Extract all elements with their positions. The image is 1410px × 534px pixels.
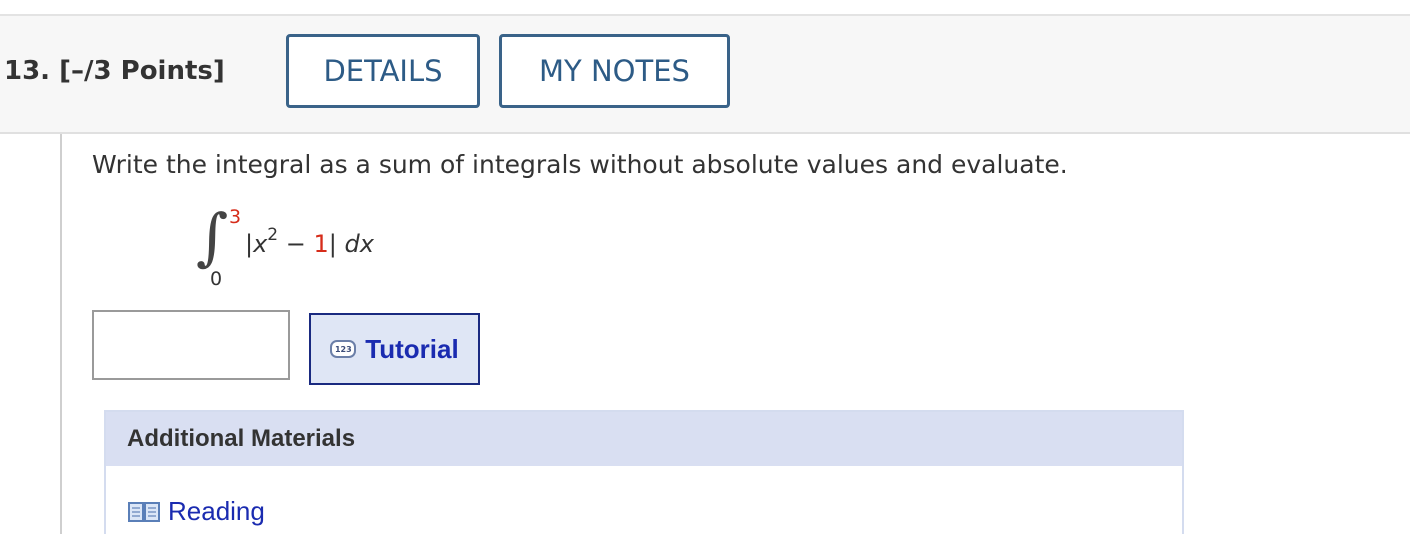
exponent: 2 bbox=[267, 225, 279, 245]
additional-materials-panel: Additional Materials Reading bbox=[104, 410, 1184, 534]
additional-materials-heading: Additional Materials bbox=[106, 412, 1182, 466]
question-prompt: Write the integral as a sum of integrals… bbox=[92, 150, 1068, 179]
abs-close: | bbox=[328, 230, 337, 258]
details-button[interactable]: DETAILS bbox=[286, 34, 480, 108]
integral-sign: ∫ bbox=[196, 200, 229, 273]
lower-limit: 0 bbox=[210, 268, 223, 290]
minus-sign: − bbox=[278, 230, 314, 258]
upper-limit: 3 bbox=[229, 206, 242, 228]
answer-input[interactable] bbox=[92, 310, 290, 380]
question-number: 13. [–/3 Points] bbox=[4, 56, 225, 86]
reading-link[interactable]: Reading bbox=[128, 496, 265, 527]
tutorial-icon: 123 bbox=[330, 340, 357, 358]
integrand: |x2 − 1| dx bbox=[245, 225, 374, 258]
differential: dx bbox=[336, 230, 374, 258]
book-icon bbox=[128, 501, 160, 523]
question-left-border bbox=[60, 134, 62, 534]
reading-label: Reading bbox=[168, 496, 265, 526]
my-notes-button[interactable]: MY NOTES bbox=[499, 34, 730, 108]
abs-open: | bbox=[245, 230, 254, 258]
constant-term: 1 bbox=[313, 230, 329, 258]
tutorial-button[interactable]: 123 Tutorial bbox=[309, 313, 480, 385]
integrand-variable: x bbox=[253, 230, 268, 258]
tutorial-label: Tutorial bbox=[365, 333, 459, 364]
